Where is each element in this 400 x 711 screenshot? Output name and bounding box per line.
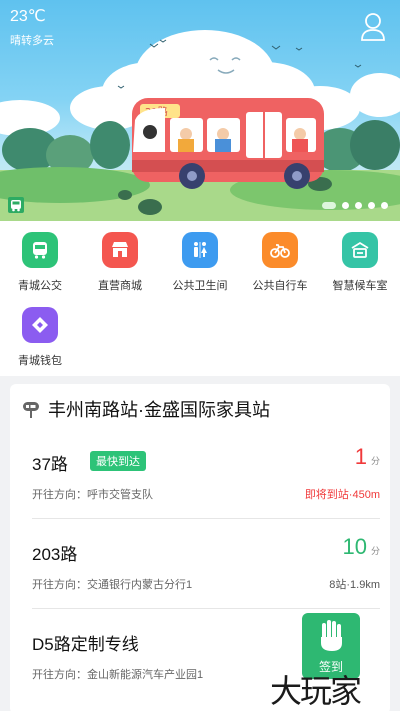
weather-condition: 晴转多云	[10, 35, 54, 47]
weather-widget: 23℃ 晴转多云	[10, 8, 54, 48]
route-name: 203路	[32, 545, 78, 564]
carousel-indicator[interactable]	[322, 202, 388, 209]
eta-value: 1	[354, 444, 367, 469]
route-direction: 开往方向：金山新能源汽车产业园1	[32, 669, 204, 681]
user-profile-button[interactable]	[360, 12, 386, 42]
waiting-room-icon	[342, 232, 378, 268]
banner-illustration: 21路	[0, 30, 400, 221]
route-direction: 开往方向：交通银行内蒙古分行1	[32, 579, 193, 591]
service-bus[interactable]: 青城公交	[0, 232, 80, 293]
eta-unit: 分	[370, 546, 380, 556]
temperature: 23℃	[10, 8, 46, 25]
route-eta: 1分	[355, 444, 380, 470]
bus-mini-icon	[8, 197, 24, 213]
carousel-dot[interactable]	[342, 202, 349, 209]
hero-banner[interactable]: 21路 23℃ 晴转多云	[0, 0, 400, 221]
service-wallet[interactable]: 青城钱包	[0, 307, 80, 368]
route-row[interactable]: 37路 最快到达 开往方向：呼市交管支队 1分 即将到站·450m	[32, 444, 380, 542]
bicycle-icon	[262, 232, 298, 268]
route-name: D5路定制专线	[32, 635, 139, 654]
divider	[32, 608, 380, 609]
stop-header[interactable]: 丰州南路站·金盛国际家具站	[22, 396, 270, 422]
hand-icon	[321, 620, 342, 651]
service-bicycle[interactable]: 公共自行车	[240, 232, 320, 293]
carousel-dot[interactable]	[368, 202, 375, 209]
store-icon	[102, 232, 138, 268]
eta-unit: 分	[370, 456, 380, 466]
service-label: 公共卫生间	[172, 280, 228, 292]
carousel-dot[interactable]	[381, 202, 388, 209]
route-name: 37路	[32, 455, 68, 474]
divider	[32, 518, 380, 519]
service-label: 直营商城	[98, 280, 142, 292]
fastest-tag: 最快到达	[90, 451, 146, 471]
service-label: 青城钱包	[18, 355, 62, 367]
carousel-dot[interactable]	[355, 202, 362, 209]
service-store[interactable]: 直营商城	[80, 232, 160, 293]
service-waiting-room[interactable]: 智慧候车室	[320, 232, 400, 293]
service-label: 智慧候车室	[332, 280, 388, 292]
restroom-icon	[182, 232, 218, 268]
bus-stop-sign-icon	[23, 402, 39, 418]
carousel-dot[interactable]	[322, 202, 336, 209]
route-distance: 8站·1.9km	[329, 579, 380, 591]
wallet-icon	[22, 307, 58, 343]
route-distance: 即将到站·450m	[304, 489, 380, 501]
route-direction: 开往方向：呼市交管支队	[32, 489, 153, 501]
service-label: 公共自行车	[252, 280, 308, 292]
bus-icon	[22, 232, 58, 268]
stop-title: 丰州南路站·金盛国际家具站	[48, 400, 270, 420]
service-grid: 青城公交 直营商城 公共卫生间 公共自行车 智慧候车室 青城钱包	[0, 221, 400, 376]
watermark-text: 大玩家	[270, 672, 362, 710]
user-icon	[361, 13, 385, 41]
route-eta: 10 分	[343, 534, 381, 560]
service-label: 青城公交	[18, 280, 62, 292]
service-restroom[interactable]: 公共卫生间	[160, 232, 240, 293]
eta-value: 10	[342, 534, 367, 559]
